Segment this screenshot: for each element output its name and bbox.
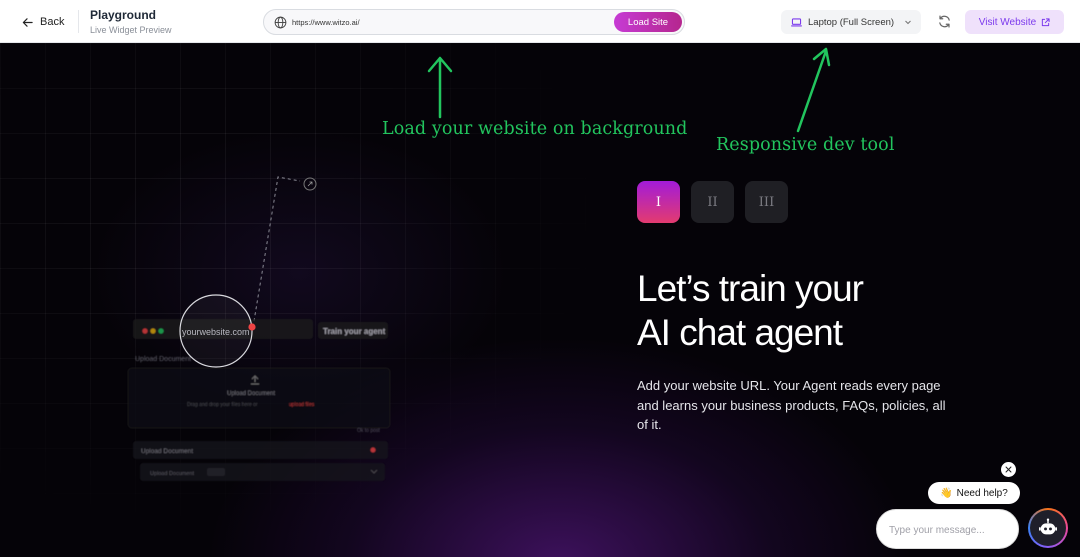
chat-message-box: [876, 509, 1019, 549]
page-title: Playground: [90, 8, 157, 22]
page-title-block: Playground Live Widget Preview: [90, 8, 172, 35]
url-bar: Load Site: [263, 9, 685, 35]
arrow-left-icon: [22, 17, 33, 27]
robot-icon: [1039, 518, 1057, 535]
refresh-icon[interactable]: [937, 14, 952, 29]
pointer-dot: [248, 323, 256, 331]
upload-hint-text: Drag and drop your files here or: [187, 402, 258, 408]
need-help-bubble[interactable]: 👋 Need help?: [928, 482, 1020, 504]
step-tabs: I II III: [637, 181, 788, 223]
chat-message-input[interactable]: [889, 522, 1009, 538]
top-bar: Back Playground Live Widget Preview Load…: [0, 0, 1080, 43]
row2-text: Upload Document: [150, 471, 194, 477]
page-subtitle: Live Widget Preview: [90, 25, 172, 35]
upload-link-text: upload files: [289, 402, 315, 408]
device-select[interactable]: Laptop (Full Screen): [781, 10, 921, 34]
onboarding-mock-illustration: Train your agent Upload Document Upload …: [127, 176, 391, 481]
hero-heading-line1: Let’s train your: [637, 268, 864, 309]
divider: [78, 10, 79, 33]
train-agent-text: Train your agent: [323, 327, 386, 336]
dot-yellow: [150, 328, 156, 334]
step-tab-1[interactable]: I: [637, 181, 680, 223]
visit-website-button[interactable]: Visit Website: [965, 10, 1064, 34]
preview-stage: Load your website on background Responsi…: [0, 43, 1080, 557]
upload-title-text: Upload Document: [135, 356, 191, 363]
annotation-responsive: Responsive dev tool: [716, 135, 895, 155]
hero-description: Add your website URL. Your Agent reads e…: [637, 378, 946, 432]
visit-website-label: Visit Website: [978, 16, 1037, 28]
globe-icon: [274, 16, 287, 29]
arrow-diagonal-annotation: [796, 47, 831, 133]
step-tab-2[interactable]: II: [691, 181, 734, 223]
chat-launcher-button[interactable]: [1028, 508, 1068, 548]
dot-green: [158, 328, 164, 334]
chevron-down-icon: [905, 20, 911, 25]
close-help-button[interactable]: [1001, 462, 1016, 477]
close-icon: [1005, 466, 1012, 473]
back-label: Back: [40, 16, 65, 28]
external-link-icon: [1042, 17, 1050, 26]
step-tab-3[interactable]: III: [745, 181, 788, 223]
url-input[interactable]: [292, 14, 592, 30]
device-label: Laptop (Full Screen): [808, 16, 895, 28]
status-text: Ok to post: [357, 428, 380, 434]
hero-heading-line2: AI chat agent: [637, 312, 843, 353]
back-button[interactable]: Back: [22, 14, 64, 30]
url-placeholder-text: yourwebsite.com: [182, 327, 250, 337]
need-help-label: Need help?: [956, 487, 1008, 499]
hero-heading: Let’s train your AI chat agent: [637, 267, 864, 355]
load-site-button[interactable]: Load Site: [614, 12, 682, 32]
dot-red: [142, 328, 148, 334]
upload-label-text: Upload Document: [227, 391, 275, 397]
wave-emoji: 👋: [940, 487, 953, 499]
row1-text: Upload Document: [141, 448, 193, 455]
laptop-icon: [791, 17, 802, 26]
